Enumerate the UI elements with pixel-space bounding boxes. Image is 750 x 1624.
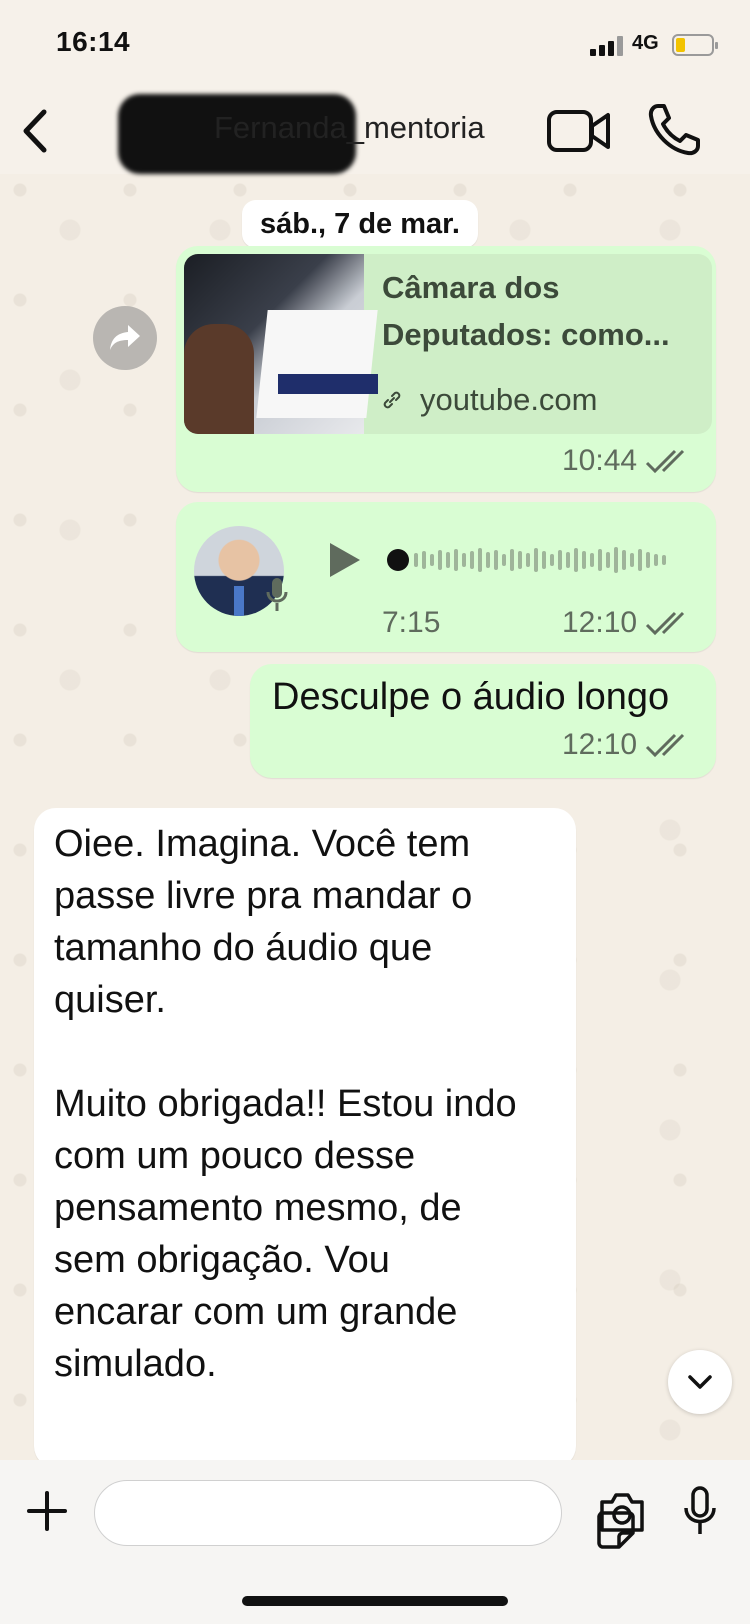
battery-icon bbox=[672, 34, 718, 56]
message-input[interactable] bbox=[94, 1480, 635, 1549]
double-check-icon bbox=[646, 611, 685, 636]
audio-duration: 7:15 bbox=[382, 606, 441, 639]
plus-icon[interactable] bbox=[26, 1490, 68, 1532]
video-call-icon[interactable] bbox=[546, 106, 612, 156]
scroll-to-bottom-button[interactable] bbox=[668, 1350, 732, 1414]
message-time: 12:10 bbox=[562, 728, 638, 761]
double-check-icon bbox=[646, 733, 685, 758]
message-meta: 12:10 bbox=[562, 606, 687, 640]
date-separator: sáb., 7 de mar. bbox=[242, 200, 478, 248]
message-meta: 10:44 bbox=[562, 444, 687, 478]
home-indicator bbox=[242, 1596, 508, 1606]
mic-icon bbox=[266, 578, 288, 611]
message-text: Oiee. Imagina. Você tem passe livre pra … bbox=[54, 823, 517, 1385]
link-domain-row: youtube.com bbox=[382, 382, 598, 418]
microphone-icon[interactable] bbox=[682, 1486, 718, 1536]
signal-icon bbox=[590, 36, 624, 56]
link-thumbnail bbox=[184, 254, 378, 434]
message-text: Desculpe o áudio longo bbox=[272, 676, 670, 718]
chat-header: Fernanda_mentoria bbox=[0, 88, 750, 174]
phone-icon[interactable] bbox=[644, 100, 704, 160]
back-icon[interactable] bbox=[14, 106, 64, 156]
contact-name[interactable]: Fernanda_mentoria bbox=[214, 110, 485, 146]
camera-icon[interactable] bbox=[598, 1490, 646, 1534]
link-domain: youtube.com bbox=[420, 382, 598, 417]
message-meta: 12:10 bbox=[562, 728, 687, 762]
link-message[interactable]: Câmara dos Deputados: como... youtube.co… bbox=[176, 246, 716, 492]
message-time: 10:44 bbox=[562, 444, 638, 477]
play-icon[interactable] bbox=[326, 540, 364, 580]
audio-message[interactable]: 7:15 12:10 bbox=[176, 502, 716, 652]
status-bar: 16:14 4G bbox=[0, 0, 750, 88]
message-time: 12:10 bbox=[562, 606, 638, 639]
double-check-icon bbox=[646, 449, 685, 474]
status-time: 16:14 bbox=[56, 26, 131, 57]
composer-bar bbox=[0, 1460, 750, 1624]
text-message-incoming[interactable]: Oiee. Imagina. Você tem passe livre pra … bbox=[34, 808, 576, 1468]
link-preview-card[interactable]: Câmara dos Deputados: como... youtube.co… bbox=[184, 254, 712, 434]
text-message-outgoing[interactable]: Desculpe o áudio longo 12:10 bbox=[250, 664, 716, 778]
link-title: Câmara dos Deputados: como... bbox=[382, 270, 670, 352]
audio-waveform[interactable] bbox=[386, 542, 676, 578]
network-label: 4G bbox=[632, 32, 659, 54]
link-icon bbox=[383, 391, 401, 409]
forward-icon bbox=[110, 325, 140, 350]
chevron-down-icon bbox=[688, 1375, 712, 1389]
forward-button[interactable] bbox=[93, 306, 157, 370]
